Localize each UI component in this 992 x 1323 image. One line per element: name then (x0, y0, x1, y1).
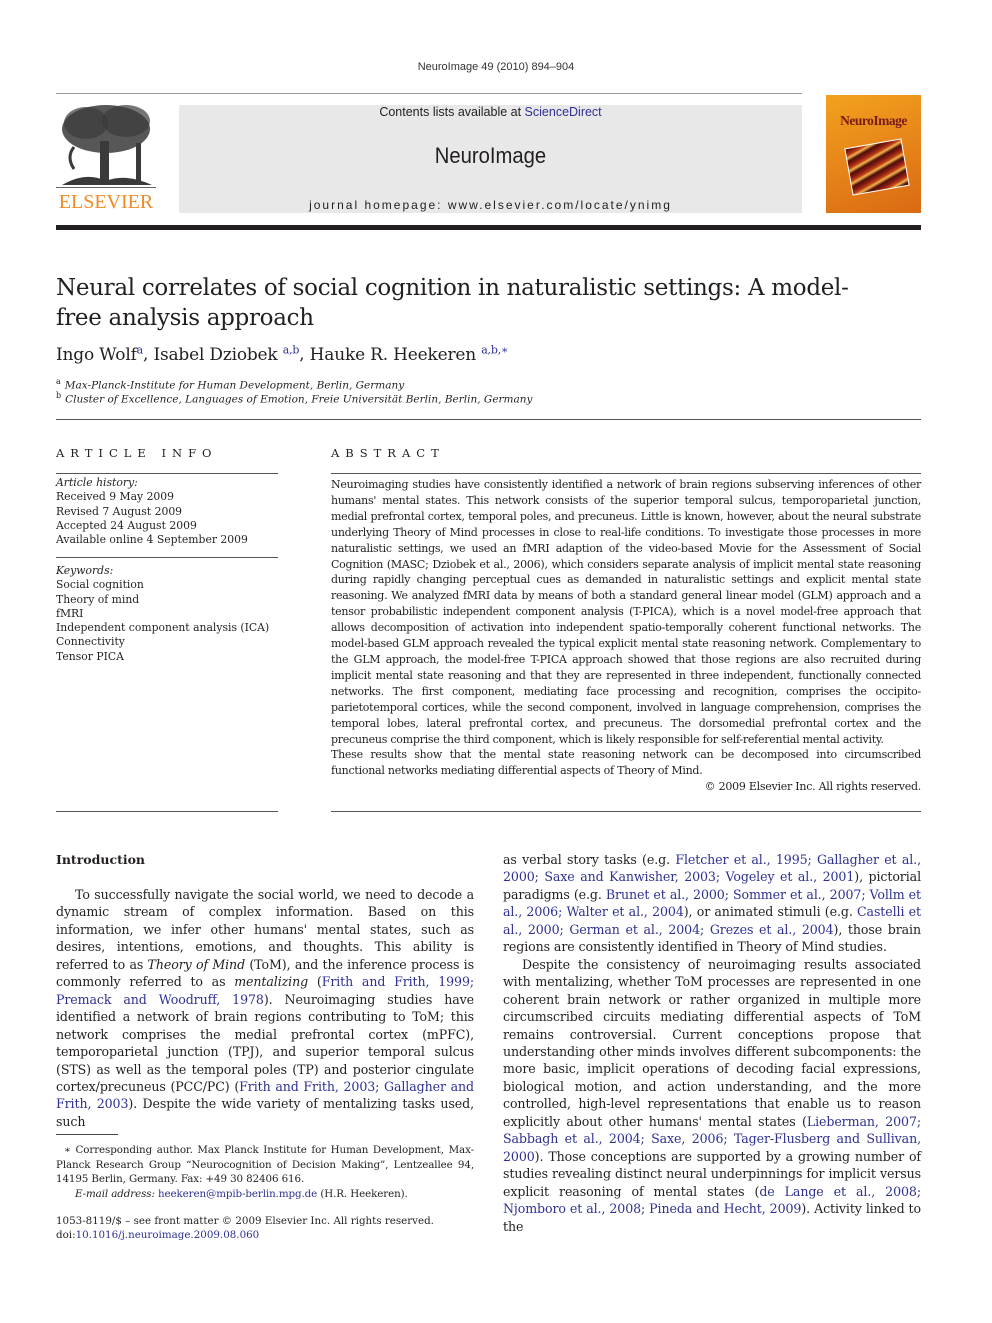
affiliation: a Max-Planck-Institute for Human Developm… (56, 377, 405, 392)
abstract-copyright: © 2009 Elsevier Inc. All rights reserved… (704, 780, 922, 794)
front-matter: 1053-8119/$ – see front matter © 2009 El… (56, 1214, 434, 1242)
body-text: as verbal story tasks (e.g. (503, 852, 676, 867)
journal-homepage[interactable]: journal homepage: www.elsevier.com/locat… (179, 198, 802, 212)
author-affiliation-mark: a,b,∗ (481, 343, 509, 356)
history-label: Article history: (56, 476, 138, 489)
email-label: E-mail address: (75, 1187, 155, 1200)
author[interactable]: Ingo Wolfa (56, 343, 143, 365)
abstract-paragraph: These results show that the mental state… (331, 748, 921, 778)
history-item: Received 9 May 2009 (56, 490, 175, 504)
history-item: Available online 4 September 2009 (56, 533, 248, 547)
history-item: Revised 7 August 2009 (56, 504, 183, 518)
history-item: Accepted 24 August 2009 (56, 518, 197, 532)
elsevier-wordmark: ELSEVIER (58, 191, 154, 213)
body-paragraph: Despite the consistency of neuroimaging … (503, 956, 921, 1235)
doi-prefix: doi: (56, 1229, 76, 1241)
keyword: Tensor PICA (56, 649, 124, 663)
corresponding-author-footnote: ∗ Corresponding author. Max Planck Insti… (56, 1143, 474, 1201)
sciencedirect-link[interactable]: ScienceDirect (525, 105, 602, 119)
journal-masthead: Contents lists available at ScienceDirec… (179, 105, 802, 213)
masthead-divider (56, 225, 921, 230)
emphasized-term: mentalizing (234, 974, 309, 990)
info-divider (56, 473, 278, 474)
emphasized-term: Theory of Mind (147, 956, 246, 972)
footnote-text: Corresponding author. Max Planck Institu… (56, 1144, 474, 1185)
contents-line: Contents lists available at ScienceDirec… (179, 105, 802, 119)
body-right-column: as verbal story tasks (e.g. Fletcher et … (503, 851, 921, 1235)
abstract-bottom-divider (331, 811, 921, 812)
keyword: Theory of mind (56, 592, 140, 606)
article-title: Neural correlates of social cognition in… (56, 275, 849, 331)
body-paragraph: To successfully navigate the social worl… (56, 886, 474, 1130)
abstract-paragraph: Neuroimaging studies have consistently i… (331, 478, 921, 746)
email-suffix: (H.R. Heekeren). (317, 1187, 408, 1200)
title-divider (56, 419, 921, 420)
body-paragraph: as verbal story tasks (e.g. Fletcher et … (503, 851, 921, 956)
affiliation: b Cluster of Excellence, Languages of Emo… (56, 391, 533, 406)
elsevier-tree-icon (56, 105, 156, 188)
info-bottom-divider (56, 811, 278, 812)
keyword: Independent component analysis (ICA) (56, 621, 270, 635)
abstract-heading: ABSTRACT (331, 446, 445, 460)
keyword: Connectivity (56, 635, 125, 649)
keyword: Social cognition (56, 578, 144, 592)
body-text: ), or animated stimuli (e.g. (683, 904, 857, 920)
keywords: Keywords: Social cognition Theory of min… (56, 564, 278, 664)
abstract-body: Neuroimaging studies have consistently i… (331, 477, 921, 795)
info-divider (56, 557, 278, 558)
author-affiliation-mark: a,b (282, 343, 300, 356)
keywords-label: Keywords: (56, 564, 114, 577)
doi-link[interactable]: 10.1016/j.neuroimage.2009.08.060 (76, 1229, 260, 1241)
body-text: ( (308, 974, 322, 990)
body-text: Despite the consistency of neuroimaging … (503, 956, 921, 1129)
footnote-mark: ∗ (64, 1144, 71, 1156)
article-info-heading: ARTICLE INFO (56, 446, 218, 460)
author[interactable]: Isabel Dziobek a,b (153, 343, 300, 365)
contents-prefix: Contents lists available at (379, 105, 525, 119)
issn-line: 1053-8119/$ – see front matter © 2009 El… (56, 1215, 434, 1227)
journal-cover-thumbnail[interactable]: NeuroImage (826, 95, 921, 213)
author[interactable]: Hauke R. Heekeren a,b,∗ (310, 343, 509, 365)
author-list: Ingo Wolfa, Isabel Dziobek a,b, Hauke R.… (56, 343, 509, 365)
cover-brain-image (844, 138, 910, 196)
journal-name: NeuroImage (434, 143, 547, 168)
keyword: fMRI (56, 606, 84, 620)
section-heading-introduction: Introduction (56, 852, 146, 867)
body-left-column: To successfully navigate the social worl… (56, 886, 474, 1130)
article-history: Article history: Received 9 May 2009 Rev… (56, 476, 278, 547)
elsevier-logo[interactable]: ELSEVIER (56, 101, 156, 214)
cover-title: NeuroImage (840, 113, 907, 128)
email-link[interactable]: heekeren@mpib-berlin.mpg.de (158, 1188, 317, 1200)
abstract-divider (331, 473, 921, 474)
header-rule (56, 93, 802, 94)
running-head: NeuroImage 49 (2010) 894–904 (417, 61, 575, 73)
footnote-rule (56, 1134, 118, 1135)
